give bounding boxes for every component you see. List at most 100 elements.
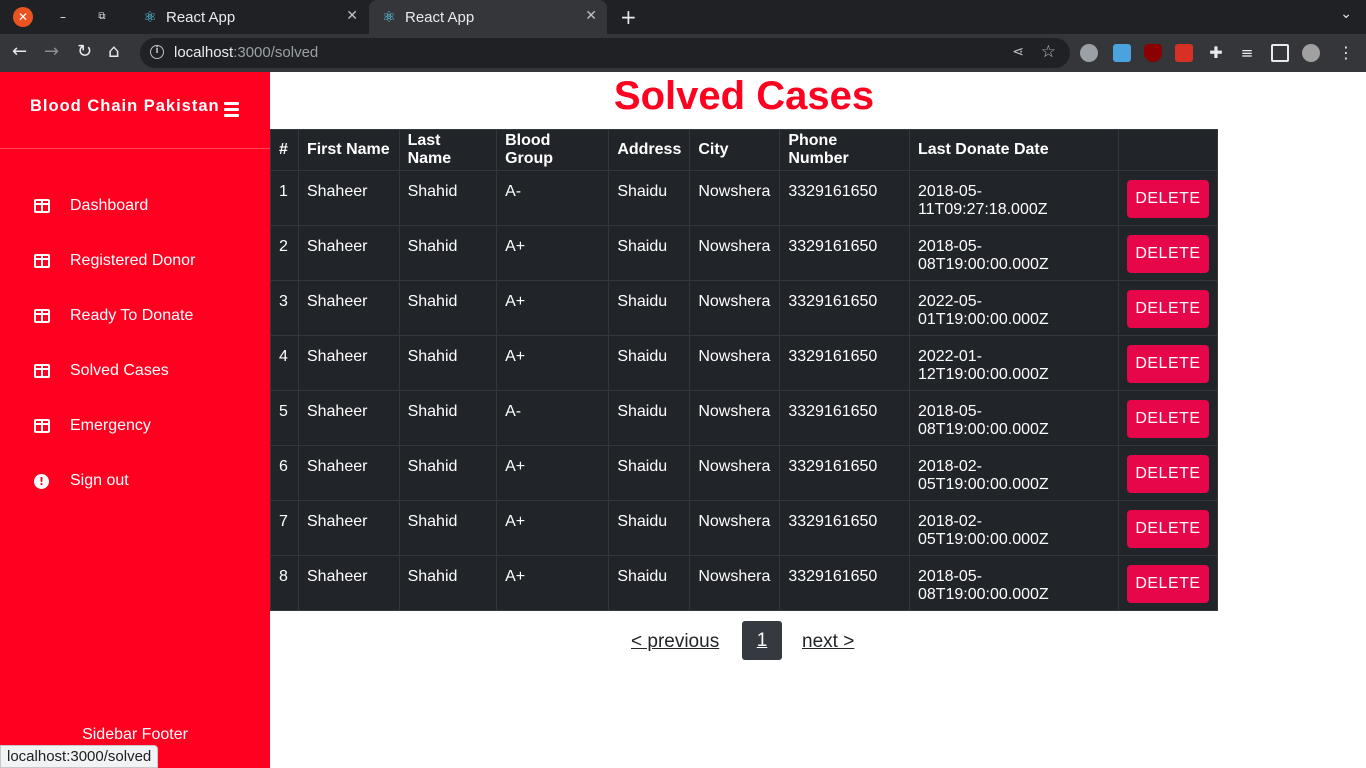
sidebar-item-dashboard[interactable]: Dashboard bbox=[0, 187, 270, 227]
sidebar-item-label: Sign out bbox=[70, 472, 129, 489]
first-name-cell: Shaheer bbox=[297, 280, 400, 336]
share-icon[interactable]: ⋖ bbox=[1012, 44, 1024, 60]
react-icon: ⚛ bbox=[143, 8, 157, 26]
delete-button[interactable]: DELETE bbox=[1126, 400, 1209, 438]
last-donate-date-cell: 2018-05-08T19:00:00.000Z bbox=[908, 555, 1119, 611]
bookmark-star-icon[interactable]: ☆ bbox=[1041, 42, 1056, 62]
table-row: 3 Shaheer Shahid A+ Shaidu Nowshera 3329161650… bbox=[270, 280, 1219, 336]
delete-button[interactable]: DELETE bbox=[1126, 290, 1209, 328]
table-icon bbox=[34, 199, 50, 213]
first-name-cell: Shaheer bbox=[297, 390, 400, 446]
page-title: Solved Cases bbox=[613, 74, 875, 118]
sidebar-footer: Sidebar Footer bbox=[82, 726, 188, 743]
site-info-icon[interactable]: i bbox=[150, 45, 164, 59]
delete-button[interactable]: DELETE bbox=[1126, 565, 1209, 603]
sidebar-item-sign-out[interactable]: ! Sign out bbox=[0, 462, 270, 502]
phone-number-cell: 3329161650 bbox=[779, 280, 910, 336]
previous-page-link[interactable]: < previous bbox=[631, 631, 719, 653]
phone-number-cell: 3329161650 bbox=[779, 390, 910, 446]
city-cell: Nowshera bbox=[689, 170, 781, 226]
link-status-bar: localhost:3000/solved bbox=[0, 745, 159, 768]
extension-icon[interactable] bbox=[1113, 44, 1131, 62]
column-header: City bbox=[689, 129, 781, 171]
extension-icon[interactable] bbox=[1175, 44, 1193, 62]
tab-close-icon[interactable]: ✕ bbox=[585, 8, 597, 24]
address-cell: Shaidu bbox=[608, 225, 691, 281]
table-icon bbox=[34, 364, 50, 378]
city-cell: Nowshera bbox=[689, 445, 781, 501]
new-tab-icon[interactable]: + bbox=[620, 5, 637, 29]
tab-search-icon[interactable]: ⌄ bbox=[1340, 6, 1352, 22]
last-name-cell: Shahid bbox=[398, 225, 498, 281]
phone-number-cell: 3329161650 bbox=[779, 170, 910, 226]
blood-group-cell: A+ bbox=[496, 280, 610, 336]
delete-button[interactable]: DELETE bbox=[1126, 455, 1209, 493]
side-panel-icon[interactable] bbox=[1271, 44, 1289, 62]
sidebar-item-emergency[interactable]: Emergency bbox=[0, 407, 270, 447]
table-header-row: # First Name Last Name Blood Group Addre… bbox=[270, 129, 1219, 171]
solved-cases-table: # First Name Last Name Blood Group Addre… bbox=[270, 129, 1219, 611]
phone-number-cell: 3329161650 bbox=[779, 445, 910, 501]
page-number-current[interactable]: 1 bbox=[742, 621, 782, 660]
delete-button[interactable]: DELETE bbox=[1126, 235, 1209, 273]
react-icon: ⚛ bbox=[382, 8, 396, 26]
next-page-link[interactable]: next > bbox=[802, 631, 854, 653]
column-header: Last Donate Date bbox=[908, 129, 1119, 171]
profile-avatar[interactable] bbox=[1302, 44, 1320, 62]
column-header: Last Name bbox=[398, 129, 498, 171]
row-number-cell: 5 bbox=[270, 390, 299, 446]
address-cell: Shaidu bbox=[608, 445, 691, 501]
browser-menu-icon[interactable]: ⋮ bbox=[1337, 44, 1355, 62]
sidebar-brand[interactable]: Blood Chain Pakistan bbox=[30, 97, 220, 116]
media-queue-icon[interactable]: ≡ bbox=[1238, 44, 1256, 62]
sidebar-divider bbox=[0, 148, 270, 149]
table-icon bbox=[34, 309, 50, 323]
action-cell: DELETE bbox=[1117, 555, 1219, 611]
column-header: Address bbox=[608, 129, 691, 171]
table-body: 1 Shaheer Shahid A- Shaidu Nowshera 3329161650… bbox=[270, 170, 1219, 611]
hamburger-menu-icon[interactable] bbox=[224, 102, 239, 120]
row-number-cell: 6 bbox=[270, 445, 299, 501]
ublock-extension-icon[interactable] bbox=[1144, 44, 1162, 62]
browser-toolbar: ← → ↻ ⌂ i localhost:3000/solved ⋖ ☆ ✚ ≡ … bbox=[0, 34, 1366, 72]
address-bar[interactable]: i localhost:3000/solved ⋖ ☆ bbox=[140, 38, 1070, 68]
column-header: # bbox=[270, 129, 299, 171]
window-restore-icon[interactable]: ⧉ bbox=[92, 7, 112, 27]
forward-icon[interactable]: → bbox=[44, 42, 59, 62]
first-name-cell: Shaheer bbox=[297, 225, 400, 281]
reload-icon[interactable]: ↻ bbox=[77, 42, 92, 62]
phone-number-cell: 3329161650 bbox=[779, 335, 910, 391]
action-cell: DELETE bbox=[1117, 170, 1219, 226]
pagination: < previous 1 next > bbox=[270, 621, 1218, 661]
sidebar-item-ready-to-donate[interactable]: Ready To Donate bbox=[0, 297, 270, 337]
window-close-icon[interactable]: ✕ bbox=[13, 7, 33, 27]
action-cell: DELETE bbox=[1117, 500, 1219, 556]
extensions-puzzle-icon[interactable]: ✚ bbox=[1207, 44, 1225, 62]
back-icon[interactable]: ← bbox=[12, 42, 27, 62]
action-cell: DELETE bbox=[1117, 335, 1219, 391]
address-cell: Shaidu bbox=[608, 280, 691, 336]
home-icon[interactable]: ⌂ bbox=[108, 42, 119, 62]
browser-tab[interactable]: ⚛ React App ✕ bbox=[130, 0, 368, 34]
browser-tab-active[interactable]: ⚛ React App ✕ bbox=[369, 0, 607, 34]
tab-title: React App bbox=[405, 9, 475, 26]
sidebar-item-solved-cases[interactable]: Solved Cases bbox=[0, 352, 270, 392]
address-cell: Shaidu bbox=[608, 390, 691, 446]
table-row: 8 Shaheer Shahid A+ Shaidu Nowshera 3329161650… bbox=[270, 555, 1219, 611]
delete-button[interactable]: DELETE bbox=[1126, 510, 1209, 548]
extension-icon[interactable] bbox=[1080, 44, 1098, 62]
sidebar-item-label: Dashboard bbox=[70, 197, 149, 214]
delete-button[interactable]: DELETE bbox=[1126, 345, 1209, 383]
last-name-cell: Shahid bbox=[398, 500, 498, 556]
action-cell: DELETE bbox=[1117, 445, 1219, 501]
delete-button[interactable]: DELETE bbox=[1126, 180, 1209, 218]
last-donate-date-cell: 2018-02-05T19:00:00.000Z bbox=[908, 445, 1119, 501]
sidebar-item-registered-donor[interactable]: Registered Donor bbox=[0, 242, 270, 282]
tab-close-icon[interactable]: ✕ bbox=[346, 8, 358, 24]
window-minimize-icon[interactable]: – bbox=[53, 7, 73, 27]
blood-group-cell: A+ bbox=[496, 445, 610, 501]
sidebar-item-label: Emergency bbox=[70, 417, 151, 434]
url-text: localhost:3000/solved bbox=[174, 44, 318, 61]
last-name-cell: Shahid bbox=[398, 390, 498, 446]
blood-group-cell: A+ bbox=[496, 225, 610, 281]
